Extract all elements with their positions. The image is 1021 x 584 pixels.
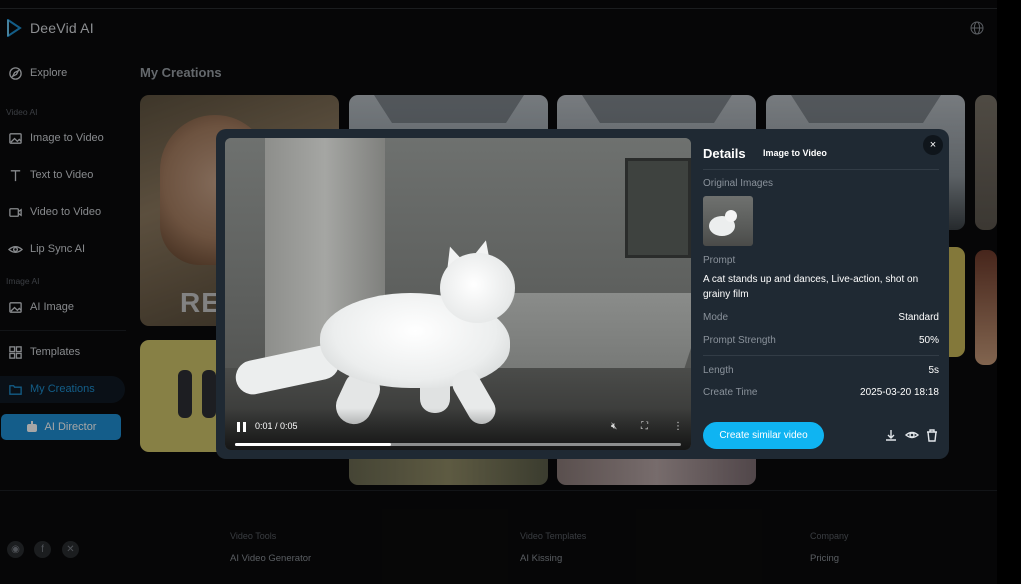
details-panel: Details Image to Video × Original Images…	[703, 129, 949, 459]
view-icon[interactable]	[905, 428, 919, 442]
page: DeeVid AI Explore Video AI Image to Vide…	[0, 0, 1021, 584]
prompt-strength-label: Prompt Strength	[703, 335, 776, 346]
details-title: Details	[703, 146, 746, 161]
mode-label: Mode	[703, 312, 728, 323]
create-time-value: 2025-03-20 18:18	[860, 387, 939, 398]
mode-value: Standard	[898, 312, 939, 323]
prompt-label: Prompt	[703, 255, 735, 266]
video-time: 0:01 / 0:05	[255, 421, 298, 431]
divider	[703, 355, 939, 356]
video-frame	[625, 158, 691, 258]
create-similar-video-button[interactable]: Create similar video	[703, 422, 824, 449]
details-type-tag: Image to Video	[763, 148, 827, 158]
more-icon[interactable]: ⋮	[673, 421, 683, 432]
thumbnail-figure	[725, 210, 737, 222]
prompt-strength-value: 50%	[919, 335, 939, 346]
original-image-thumbnail[interactable]	[703, 196, 753, 246]
volume-icon[interactable]: 🔇︎	[611, 421, 617, 432]
right-edge	[997, 0, 1021, 584]
divider	[703, 169, 939, 170]
video-player[interactable]: 0:01 / 0:05 🔇︎ ⛶ ⋮	[225, 138, 691, 450]
cat-figure	[440, 253, 515, 323]
fullscreen-icon[interactable]: ⛶	[641, 421, 648, 432]
original-images-label: Original Images	[703, 178, 773, 189]
create-time-label: Create Time	[703, 387, 757, 398]
details-modal: 0:01 / 0:05 🔇︎ ⛶ ⋮ Details Image to Vide…	[216, 129, 949, 459]
video-progress-fill	[235, 443, 391, 446]
prompt-text: A cat stands up and dances, Live-action,…	[703, 272, 939, 302]
length-label: Length	[703, 365, 734, 376]
close-button[interactable]: ×	[923, 135, 943, 155]
length-value: 5s	[928, 365, 939, 376]
download-icon[interactable]	[884, 428, 898, 442]
pause-icon[interactable]	[237, 422, 247, 432]
trash-icon[interactable]	[925, 428, 939, 442]
